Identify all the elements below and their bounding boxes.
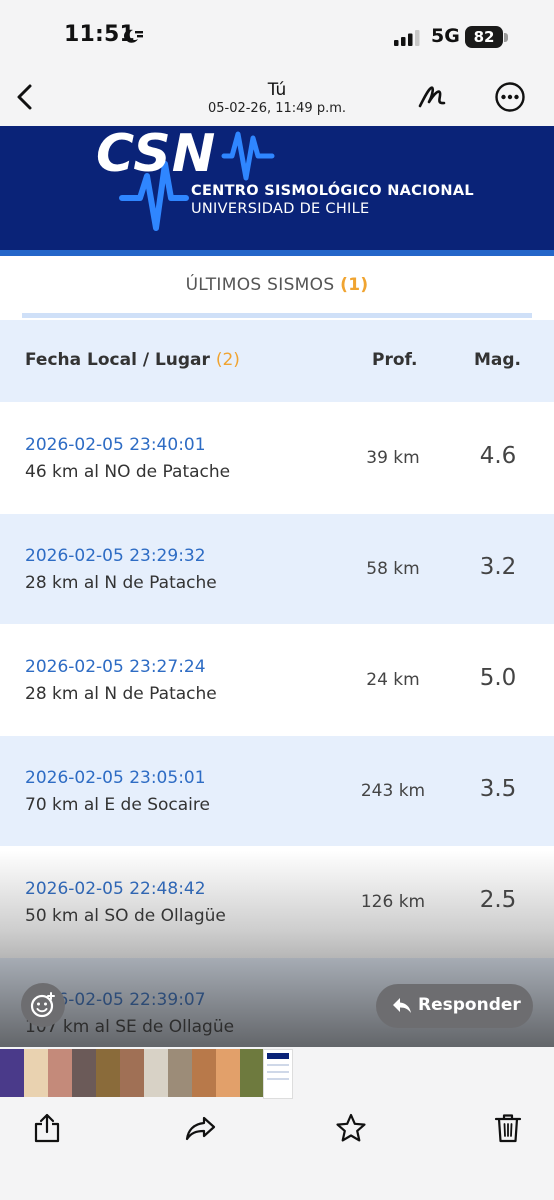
quake-date[interactable]: 2026-02-05 23:05:01 bbox=[25, 768, 206, 788]
thumbnail[interactable] bbox=[144, 1049, 168, 1097]
reply-arrow-icon bbox=[393, 998, 411, 1013]
section-title[interactable]: ÚLTIMOS SISMOS (1) bbox=[0, 275, 554, 295]
focus-moon-icon bbox=[124, 29, 143, 43]
trash-icon[interactable] bbox=[492, 1112, 524, 1144]
column-header-fecha: Fecha Local / Lugar (2) bbox=[25, 350, 240, 370]
thumbnail[interactable] bbox=[168, 1049, 192, 1097]
quake-depth: 58 km bbox=[366, 559, 420, 579]
column-header-fecha-note: (2) bbox=[215, 350, 240, 370]
thumbnail[interactable] bbox=[48, 1049, 72, 1097]
quake-date[interactable]: 2026-02-05 23:27:24 bbox=[25, 657, 206, 677]
ellipsis-circle-icon[interactable] bbox=[494, 81, 526, 113]
quake-date[interactable]: 2026-02-05 23:29:32 bbox=[25, 546, 206, 566]
banner-divider bbox=[0, 250, 554, 256]
thumbnail[interactable] bbox=[96, 1049, 120, 1097]
column-header-mag: Mag. bbox=[474, 350, 522, 370]
table-row[interactable]: 2026-02-05 23:40:01 46 km al NO de Patac… bbox=[0, 403, 554, 513]
reply-label: Responder bbox=[418, 995, 521, 1015]
table-row[interactable]: 2026-02-05 22:48:42 50 km al SO de Ollag… bbox=[0, 847, 554, 957]
forward-icon[interactable] bbox=[185, 1112, 217, 1144]
section-title-note: (1) bbox=[340, 275, 369, 295]
thumbnail-selected[interactable] bbox=[263, 1049, 293, 1099]
csn-logo-text: CSN bbox=[96, 124, 217, 184]
thumbnail[interactable] bbox=[24, 1049, 48, 1097]
column-header-fecha-label: Fecha Local / Lugar bbox=[25, 350, 210, 370]
quake-magnitude: 3.2 bbox=[479, 554, 517, 580]
share-icon[interactable] bbox=[31, 1112, 63, 1144]
battery-cap bbox=[504, 33, 508, 42]
quake-magnitude: 4.6 bbox=[479, 443, 517, 469]
tab-underline bbox=[22, 313, 532, 318]
sender-name: Tú bbox=[267, 80, 287, 100]
markup-pen-icon[interactable] bbox=[414, 80, 452, 114]
thumbnail[interactable] bbox=[240, 1049, 264, 1097]
quake-magnitude: 2.5 bbox=[479, 887, 517, 913]
thumbnail[interactable] bbox=[216, 1049, 240, 1097]
quake-magnitude: 3.5 bbox=[479, 776, 517, 802]
thumbnail[interactable] bbox=[0, 1049, 24, 1097]
section-title-label: ÚLTIMOS SISMOS bbox=[185, 275, 335, 295]
quake-place: 50 km al SO de Ollagüe bbox=[25, 906, 226, 926]
network-type: 5G bbox=[431, 25, 460, 47]
bottom-toolbar bbox=[0, 1101, 554, 1200]
add-reaction-button[interactable] bbox=[21, 983, 65, 1027]
quake-place: 28 km al N de Patache bbox=[25, 573, 217, 593]
quake-date[interactable]: 2026-02-05 23:40:01 bbox=[25, 435, 206, 455]
thumbnail[interactable] bbox=[120, 1049, 144, 1097]
column-header-prof: Prof. bbox=[372, 350, 418, 370]
quake-depth: 243 km bbox=[360, 781, 426, 801]
star-icon[interactable] bbox=[335, 1112, 367, 1144]
quake-place: 28 km al N de Patache bbox=[25, 684, 217, 704]
quake-place: 46 km al NO de Patache bbox=[25, 462, 231, 482]
add-reaction-icon bbox=[30, 992, 55, 1018]
battery-level: 82 bbox=[465, 26, 503, 48]
org-affiliation: UNIVERSIDAD DE CHILE bbox=[191, 201, 370, 217]
quake-depth: 126 km bbox=[360, 892, 426, 912]
thumbnail[interactable] bbox=[72, 1049, 96, 1097]
quake-place: 70 km al E de Socaire bbox=[25, 795, 210, 815]
table-row[interactable]: 2026-02-05 23:05:01 70 km al E de Socair… bbox=[0, 736, 554, 846]
org-name: CENTRO SISMOLÓGICO NACIONAL bbox=[191, 183, 474, 199]
table-row[interactable]: 2026-02-05 23:29:32 28 km al N de Patach… bbox=[0, 514, 554, 624]
quake-depth: 24 km bbox=[366, 670, 420, 690]
thumbnail[interactable] bbox=[192, 1049, 216, 1097]
quake-date[interactable]: 2026-02-05 22:48:42 bbox=[25, 879, 206, 899]
reply-button[interactable]: Responder bbox=[376, 984, 533, 1028]
table-row[interactable]: 2026-02-05 23:27:24 28 km al N de Patach… bbox=[0, 625, 554, 735]
message-timestamp: 05-02-26, 11:49 p.m. bbox=[207, 101, 347, 116]
quake-magnitude: 5.0 bbox=[479, 665, 517, 691]
signal-icon bbox=[394, 30, 420, 46]
quake-depth: 39 km bbox=[366, 448, 420, 468]
